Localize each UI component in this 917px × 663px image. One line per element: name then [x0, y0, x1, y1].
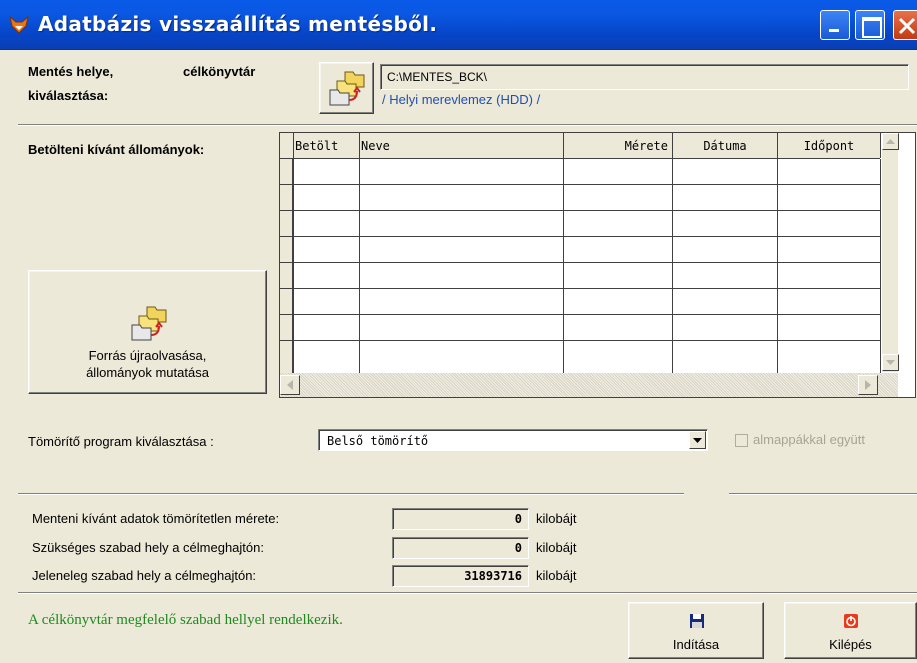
required-space-label: Szükséges szabad hely a célmeghajtón:	[32, 540, 264, 555]
table-row[interactable]	[280, 315, 880, 341]
compressor-select[interactable]: Belső tömörítő	[318, 429, 708, 451]
reload-label-line1: Forrás újraolvasása,	[88, 348, 207, 363]
files-grid[interactable]: Betölt Neve Mérete Dátuma Időpont	[279, 132, 916, 398]
vertical-scrollbar[interactable]	[881, 133, 899, 372]
unit-label: kilobájt	[536, 540, 577, 555]
table-row[interactable]	[280, 289, 880, 315]
horizontal-scrollbar[interactable]	[280, 373, 898, 397]
exit-button[interactable]: Kilépés	[784, 602, 917, 659]
divider-right	[729, 493, 917, 495]
files-label: Betölteni kívánt állományok:	[28, 142, 205, 157]
grid-line	[672, 159, 673, 373]
status-message: A célkönyvtár megfelelő szabad hellyel r…	[28, 612, 343, 628]
table-row[interactable]	[280, 341, 880, 367]
target-drive-label: / Helyi merevlemez (HDD) /	[382, 92, 541, 107]
fox-app-icon	[9, 15, 29, 34]
column-header-size[interactable]: Mérete	[564, 133, 673, 158]
grid-line	[563, 159, 564, 373]
table-row[interactable]	[280, 237, 880, 263]
compressor-label: Tömörítő program kiválasztása :	[28, 434, 214, 449]
exit-button-label: Kilépés	[829, 637, 872, 652]
subfolders-label: almappákkal együtt	[753, 432, 866, 447]
scroll-down-button[interactable]	[882, 354, 899, 371]
chevron-down-icon	[693, 438, 702, 443]
start-button-label: Indítása	[672, 637, 720, 652]
table-row[interactable]	[280, 185, 880, 211]
divider-top	[18, 124, 917, 126]
table-row[interactable]	[280, 159, 880, 185]
target-label-3: kiválasztása:	[28, 88, 109, 103]
free-space-label: Jeleneleg szabad hely a célmeghajtón:	[32, 568, 257, 583]
close-button[interactable]	[893, 10, 917, 40]
arrow-right-icon	[865, 380, 871, 390]
folder-sync-icon	[131, 306, 167, 341]
compressor-selected: Belső tömörítő	[327, 434, 429, 448]
reload-button-label: Forrás újraolvasása, állományok mutatása	[29, 347, 266, 381]
column-header-load[interactable]: Betölt	[294, 133, 360, 158]
scroll-right-button[interactable]	[858, 375, 878, 395]
grid-line	[359, 159, 360, 373]
scroll-left-button[interactable]	[280, 375, 300, 395]
subfolders-checkbox[interactable]	[735, 434, 748, 447]
column-header-name[interactable]: Neve	[360, 133, 564, 158]
divider-left	[18, 493, 684, 495]
power-icon	[844, 614, 858, 628]
window-title: Adatbázis visszaállítás mentésből.	[38, 12, 438, 36]
grid-header: Betölt Neve Mérete Dátuma Időpont	[280, 133, 881, 159]
table-row[interactable]	[280, 211, 880, 237]
dropdown-button[interactable]	[689, 431, 706, 449]
uncompressed-size-value: 0	[392, 508, 529, 530]
arrow-left-icon	[287, 380, 293, 390]
grid-corner	[280, 133, 294, 158]
table-row[interactable]	[280, 263, 880, 289]
arrow-down-icon	[886, 360, 895, 365]
maximize-button[interactable]	[855, 10, 885, 40]
required-space-value: 0	[392, 537, 529, 559]
target-path-value: C:\MENTES_BCK\	[387, 70, 488, 84]
column-header-time[interactable]: Időpont	[778, 133, 881, 158]
target-label-2: célkönyvtár	[183, 64, 256, 79]
start-button[interactable]: Indítása	[628, 602, 764, 659]
unit-label: kilobájt	[536, 511, 577, 526]
unit-label: kilobájt	[536, 568, 577, 583]
divider-bottom	[18, 592, 917, 594]
close-icon	[898, 17, 916, 35]
select-target-folder-button[interactable]	[319, 62, 374, 114]
arrow-up-icon	[886, 139, 895, 144]
grid-line	[293, 159, 294, 373]
column-header-date[interactable]: Dátuma	[673, 133, 778, 158]
reload-label-line2: állományok mutatása	[86, 365, 209, 380]
scroll-up-button[interactable]	[882, 133, 899, 150]
target-path-field[interactable]: C:\MENTES_BCK\	[380, 64, 909, 90]
title-bar: Adatbázis visszaállítás mentésből.	[0, 0, 917, 50]
reload-source-button[interactable]: Forrás újraolvasása, állományok mutatása	[28, 270, 267, 394]
floppy-disk-icon	[690, 614, 704, 628]
target-label-1: Mentés helye,	[28, 64, 114, 79]
folder-sync-icon	[329, 71, 365, 106]
free-space-value: 31893716	[392, 565, 529, 587]
grid-line	[777, 159, 778, 373]
uncompressed-size-label: Menteni kívánt adatok tömörítetlen méret…	[32, 511, 280, 526]
minimize-button[interactable]	[820, 10, 850, 40]
